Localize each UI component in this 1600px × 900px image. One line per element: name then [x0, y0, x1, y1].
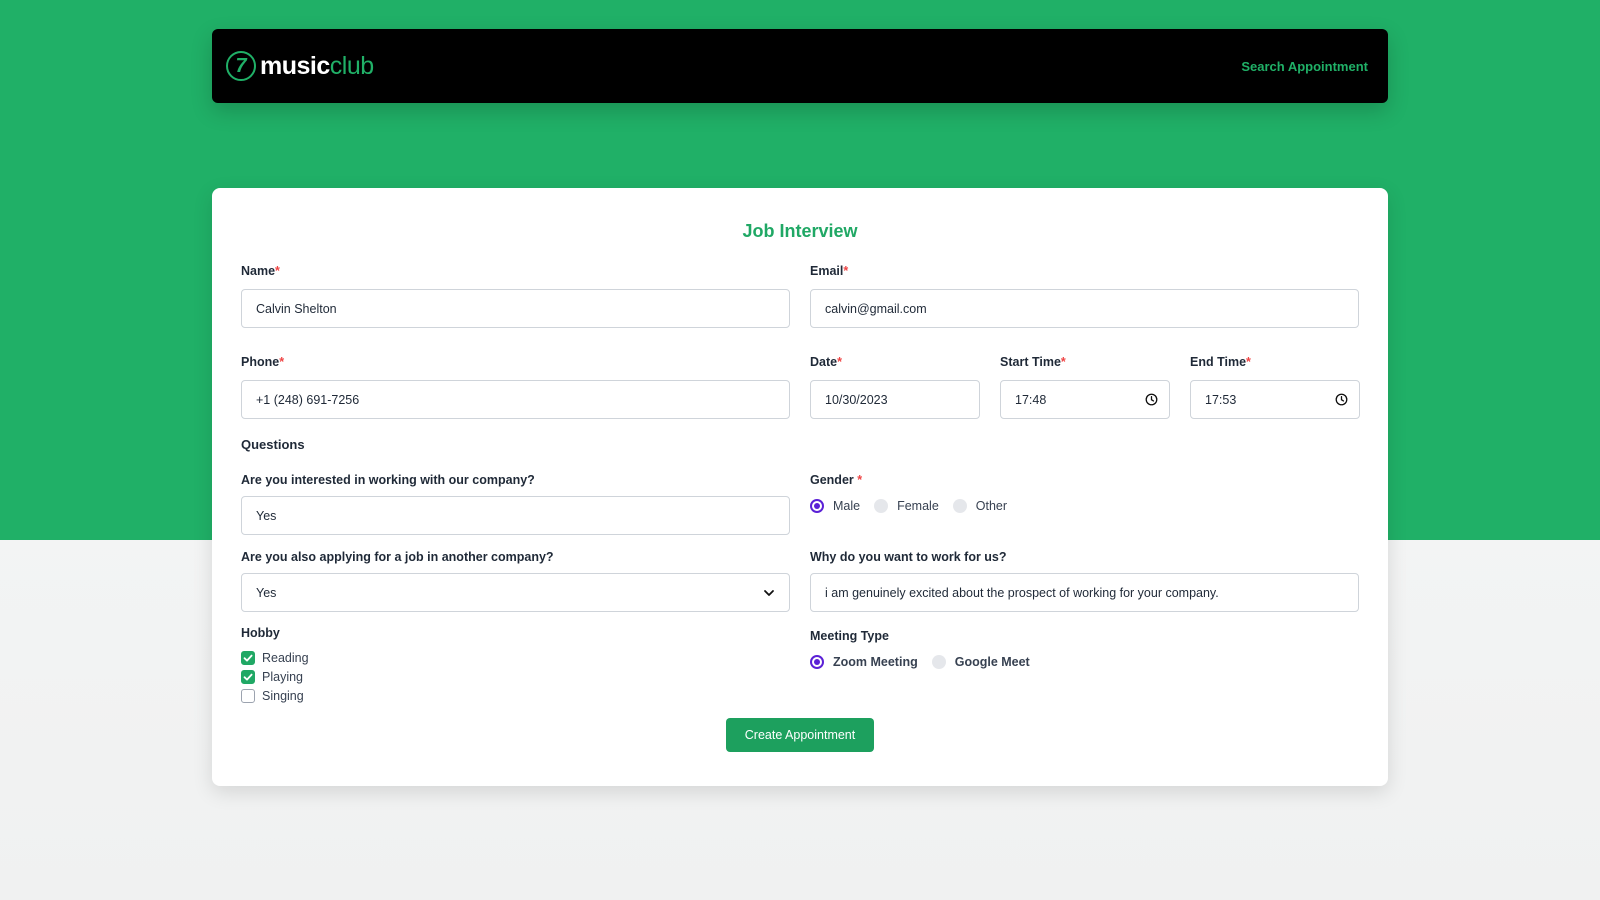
- meeting-option-label: Google Meet: [954, 655, 1030, 669]
- required-marker: *: [843, 264, 849, 278]
- start-time-field: [1000, 380, 1170, 419]
- hobby-label: Hobby: [241, 626, 280, 640]
- meeting-type-label: Meeting Type: [810, 629, 889, 643]
- required-marker: *: [1246, 355, 1251, 369]
- music-club-logo[interactable]: 7 musicclub: [226, 51, 374, 81]
- required-marker: *: [837, 355, 842, 369]
- meeting-option-google-meet[interactable]: Google Meet: [931, 655, 1030, 669]
- end-time-field: [1190, 380, 1360, 419]
- job-interview-form-card: Job Interview Name* Email* Phone* Date* …: [212, 188, 1388, 786]
- email-label-text: Email: [810, 264, 844, 278]
- top-navbar: 7 musicclub Search Appointment: [212, 29, 1388, 103]
- radio-unselected[interactable]: [874, 499, 889, 513]
- meeting-option-label: Zoom Meeting: [833, 655, 918, 669]
- gender-radio-group: Male Female Other: [810, 499, 1021, 513]
- why-us-label: Why do you want to work for us?: [810, 550, 1007, 564]
- select-value: Yes: [256, 585, 277, 600]
- radio-unselected[interactable]: [952, 499, 967, 513]
- checkbox-checked[interactable]: [241, 670, 255, 684]
- logo-wordmark: musicclub: [260, 51, 374, 80]
- logo-word-music: music: [260, 51, 330, 80]
- name-label: Name*: [241, 264, 280, 278]
- radio-selected[interactable]: [810, 655, 824, 669]
- hobby-option-label: Singing: [262, 689, 304, 703]
- checkbox-unchecked[interactable]: [241, 689, 255, 703]
- hobby-option-playing[interactable]: Playing: [241, 670, 303, 684]
- radio-unselected[interactable]: [931, 655, 946, 669]
- gender-label-text: Gender: [810, 473, 854, 487]
- required-marker: *: [279, 355, 285, 369]
- meeting-type-radio-group: Zoom Meeting Google Meet: [810, 655, 1044, 669]
- hobby-option-label: Playing: [262, 670, 303, 684]
- gender-option-male[interactable]: Male: [810, 499, 860, 513]
- gender-option-label: Female: [897, 499, 939, 513]
- chevron-down-icon: [764, 589, 774, 596]
- phone-label: Phone*: [241, 355, 284, 369]
- required-marker: *: [1060, 355, 1066, 369]
- logo-mark-icon: 7: [226, 51, 256, 81]
- phone-input[interactable]: [241, 380, 790, 419]
- date-label: Date*: [810, 355, 842, 369]
- gender-option-label: Other: [975, 499, 1008, 513]
- create-appointment-button[interactable]: Create Appointment: [726, 718, 874, 752]
- name-input[interactable]: [241, 289, 790, 328]
- required-marker: *: [857, 473, 863, 487]
- phone-label-text: Phone: [241, 355, 280, 369]
- gender-label: Gender *: [810, 473, 862, 487]
- start-time-label: Start Time*: [1000, 355, 1066, 369]
- end-time-label: End Time*: [1190, 355, 1251, 369]
- hobby-option-reading[interactable]: Reading: [241, 651, 309, 665]
- logo-word-club: club: [329, 51, 374, 80]
- end-time-input[interactable]: [1190, 380, 1360, 419]
- applying-elsewhere-select[interactable]: Yes: [241, 573, 790, 612]
- gender-option-female[interactable]: Female: [874, 499, 939, 513]
- interested-question-label: Are you interested in working with our c…: [241, 473, 535, 487]
- checkmark-icon: [243, 673, 253, 681]
- form-title: Job Interview: [742, 221, 858, 241]
- gender-option-label: Male: [833, 499, 861, 513]
- hobby-option-label: Reading: [262, 651, 309, 665]
- start-time-label-text: Start Time: [1000, 355, 1061, 369]
- checkmark-icon: [243, 654, 253, 662]
- email-label: Email*: [810, 264, 848, 278]
- interested-answer-input[interactable]: [241, 496, 790, 535]
- gender-option-other[interactable]: Other: [952, 499, 1008, 513]
- applying-elsewhere-label: Are you also applying for a job in anoth…: [241, 550, 554, 564]
- email-input[interactable]: [810, 289, 1359, 328]
- questions-heading: Questions: [241, 437, 305, 452]
- name-label-text: Name: [241, 264, 276, 278]
- required-marker: *: [275, 264, 280, 278]
- radio-selected[interactable]: [810, 499, 824, 513]
- checkbox-checked[interactable]: [241, 651, 255, 665]
- hobby-option-singing[interactable]: Singing: [241, 689, 304, 703]
- date-label-text: Date: [810, 355, 838, 369]
- meeting-option-zoom[interactable]: Zoom Meeting: [810, 655, 918, 669]
- why-us-input[interactable]: [810, 573, 1359, 612]
- date-input[interactable]: [810, 380, 980, 419]
- search-appointment-link[interactable]: Search Appointment: [1241, 59, 1368, 74]
- end-time-label-text: End Time: [1190, 355, 1247, 369]
- start-time-input[interactable]: [1000, 380, 1170, 419]
